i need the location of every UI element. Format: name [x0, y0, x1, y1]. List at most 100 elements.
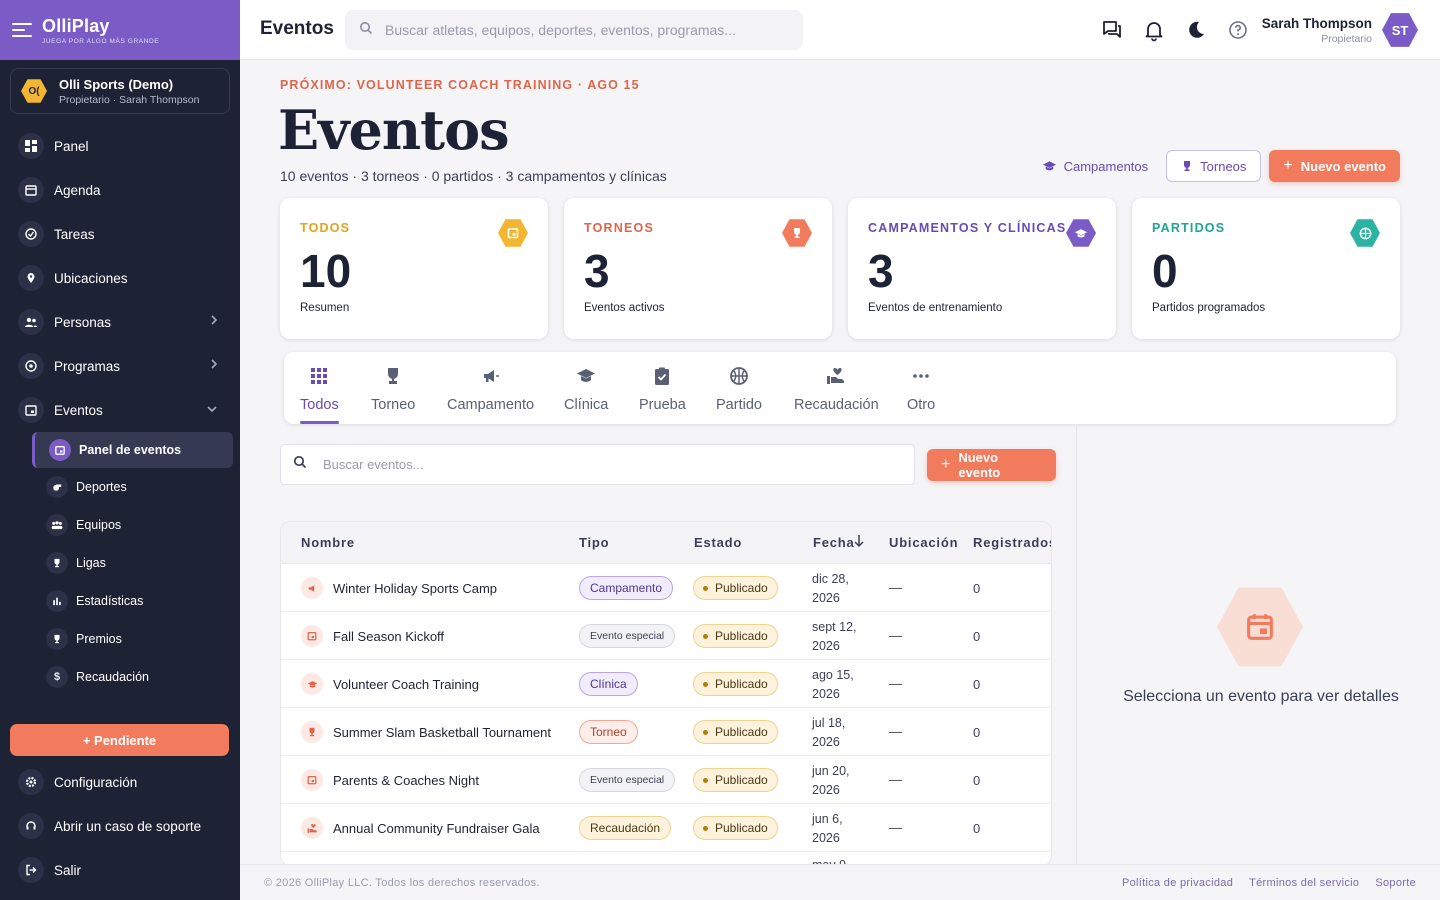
- table-row[interactable]: Fall Season Kickoff Evento especial Publ…: [281, 612, 1051, 660]
- event-location: —: [889, 580, 902, 595]
- table-row[interactable]: Summer Slam Basketball Tournament Torneo…: [281, 708, 1051, 756]
- user-name: Sarah Thompson: [1261, 15, 1372, 31]
- new-event-button-secondary[interactable]: + Nuevo evento: [927, 449, 1056, 481]
- type-chip: Clínica: [579, 672, 638, 696]
- stat-card-campamentos[interactable]: CAMPAMENTOS Y CLÍNICAS 3 Eventos de entr…: [848, 198, 1116, 339]
- tab-otro[interactable]: Otro: [907, 352, 935, 424]
- global-search[interactable]: [345, 10, 803, 50]
- nav-item-tareas[interactable]: Tareas: [0, 212, 240, 256]
- bell-icon[interactable]: [1142, 18, 1166, 42]
- subnav-item-recaudacion[interactable]: $ Recaudación: [0, 658, 240, 696]
- org-switcher[interactable]: O( Olli Sports (Demo) Propietario · Sara…: [10, 68, 230, 114]
- privacy-link[interactable]: Política de privacidad: [1122, 877, 1233, 889]
- sort-desc-icon[interactable]: [853, 534, 865, 551]
- subnav-item-deportes[interactable]: Deportes: [0, 468, 240, 506]
- column-header-fecha[interactable]: Fecha: [813, 535, 855, 550]
- column-header-nombre[interactable]: Nombre: [301, 535, 355, 550]
- event-name[interactable]: Annual Community Fundraiser Gala: [333, 821, 540, 836]
- stat-value: 3: [868, 245, 894, 297]
- brand-logo-text[interactable]: OlliPlay: [42, 16, 159, 37]
- nav-item-agenda[interactable]: Agenda: [0, 168, 240, 212]
- trophy-icon: [301, 721, 323, 743]
- nav-item-soporte[interactable]: Abrir un caso de soporte: [0, 804, 240, 848]
- status-dot: [703, 633, 708, 639]
- camps-button[interactable]: Campamentos: [1032, 150, 1159, 182]
- next-event-eyebrow: PRÓXIMO: VOLUNTEER COACH TRAINING · AGO …: [280, 78, 640, 92]
- event-search-input[interactable]: [323, 457, 883, 472]
- tab-campamento[interactable]: Campamento: [447, 352, 534, 424]
- footer: © 2026 OlliPlay LLC. Todos los derechos …: [240, 864, 1440, 900]
- event-search[interactable]: [280, 444, 915, 485]
- tab-partido[interactable]: Partido: [716, 352, 762, 424]
- subnav-item-equipos[interactable]: Equipos: [0, 506, 240, 544]
- nav-item-panel[interactable]: Panel: [0, 124, 240, 168]
- org-name: Olli Sports (Demo): [59, 76, 174, 92]
- type-chip: Evento especial: [579, 768, 676, 792]
- nav-item-personas[interactable]: Personas: [0, 300, 240, 344]
- column-header-tipo[interactable]: Tipo: [579, 535, 609, 550]
- chat-icon[interactable]: [1100, 18, 1124, 42]
- status-chip: Publicado: [693, 816, 778, 840]
- bar-chart-icon: [46, 590, 68, 612]
- nav-label: Salir: [54, 862, 82, 878]
- avatar[interactable]: ST: [1382, 13, 1418, 47]
- tab-todos[interactable]: Todos: [300, 352, 339, 424]
- table-row[interactable]: Volunteer Coach Training Clínica Publica…: [281, 660, 1051, 708]
- empty-state-text: Selecciona un evento para ver detalles: [1123, 688, 1399, 705]
- event-name[interactable]: Fall Season Kickoff: [333, 629, 444, 644]
- type-chip: Campamento: [579, 576, 674, 600]
- new-event-button[interactable]: + Nuevo evento: [1269, 150, 1400, 182]
- tab-clinica[interactable]: Clínica: [564, 352, 608, 424]
- people-icon: [18, 309, 44, 335]
- nav-item-salir[interactable]: Salir: [0, 848, 240, 892]
- subnav-item-premios[interactable]: Premios: [0, 620, 240, 658]
- nav-item-ubicaciones[interactable]: Ubicaciones: [0, 256, 240, 300]
- stat-card-torneos[interactable]: TORNEOS 3 Eventos activos: [564, 198, 832, 339]
- event-location: —: [889, 676, 902, 691]
- event-name[interactable]: Volunteer Coach Training: [333, 677, 479, 692]
- table-row[interactable]: Winter Holiday Sports Camp Campamento Pu…: [281, 564, 1051, 612]
- status-label: Publicado: [715, 821, 768, 835]
- column-header-ubicacion[interactable]: Ubicación: [889, 535, 958, 550]
- table-row[interactable]: Parents & Coaches Night Evento especial …: [281, 756, 1051, 804]
- tab-prueba[interactable]: Prueba: [639, 352, 686, 424]
- trophy-icon: [46, 628, 68, 650]
- stat-card-partidos[interactable]: PARTIDOS 0 Partidos programados: [1132, 198, 1400, 339]
- stat-description: Resumen: [300, 302, 350, 314]
- nav-item-programas[interactable]: Programas: [0, 344, 240, 388]
- pending-button[interactable]: + Pendiente: [10, 724, 229, 756]
- event-location: —: [889, 628, 902, 643]
- event-name[interactable]: Winter Holiday Sports Camp: [333, 581, 497, 596]
- nav-item-eventos[interactable]: Eventos: [0, 388, 240, 432]
- event-name[interactable]: Summer Slam Basketball Tournament: [333, 725, 551, 740]
- header-actions: Campamentos Torneos + Nuevo evento: [1032, 150, 1400, 182]
- tournaments-button[interactable]: Torneos: [1166, 150, 1262, 182]
- nav-item-configuracion[interactable]: Configuración: [0, 760, 240, 804]
- status-label: Publicado: [715, 581, 768, 595]
- stat-label: PARTIDOS: [1152, 221, 1226, 235]
- dollar-icon: $: [46, 666, 68, 688]
- help-icon[interactable]: [1226, 18, 1250, 42]
- event-date: sept 12, 2026: [812, 620, 857, 653]
- user-menu[interactable]: Sarah Thompson Propietario ST: [1262, 12, 1418, 48]
- table-row[interactable]: Annual Community Fundraiser Gala Recauda…: [281, 804, 1051, 852]
- dark-mode-icon[interactable]: [1184, 18, 1208, 42]
- global-search-input[interactable]: [385, 22, 785, 38]
- menu-collapse-icon[interactable]: [12, 23, 32, 37]
- column-header-registrados[interactable]: Registrados: [973, 535, 1051, 550]
- subnav-item-panel-de-eventos[interactable]: Panel de eventos: [32, 432, 233, 468]
- support-link[interactable]: Soporte: [1375, 877, 1416, 889]
- basketball-icon: [1350, 219, 1380, 247]
- event-name[interactable]: Parents & Coaches Night: [333, 773, 479, 788]
- trophy-icon: [46, 552, 68, 574]
- event-date: ago 15, 2026: [812, 668, 854, 701]
- tab-label: Clínica: [564, 397, 609, 413]
- column-header-estado[interactable]: Estado: [694, 535, 742, 550]
- terms-link[interactable]: Términos del servicio: [1249, 877, 1359, 889]
- subnav-item-ligas[interactable]: Ligas: [0, 544, 240, 582]
- subnav-item-estadisticas[interactable]: Estadísticas: [0, 582, 240, 620]
- tab-recaudacion[interactable]: Recaudación: [794, 352, 879, 424]
- stat-card-todos[interactable]: TODOS 10 Resumen: [280, 198, 548, 339]
- plus-icon: +: [941, 456, 951, 473]
- tab-torneo[interactable]: Torneo: [371, 352, 415, 424]
